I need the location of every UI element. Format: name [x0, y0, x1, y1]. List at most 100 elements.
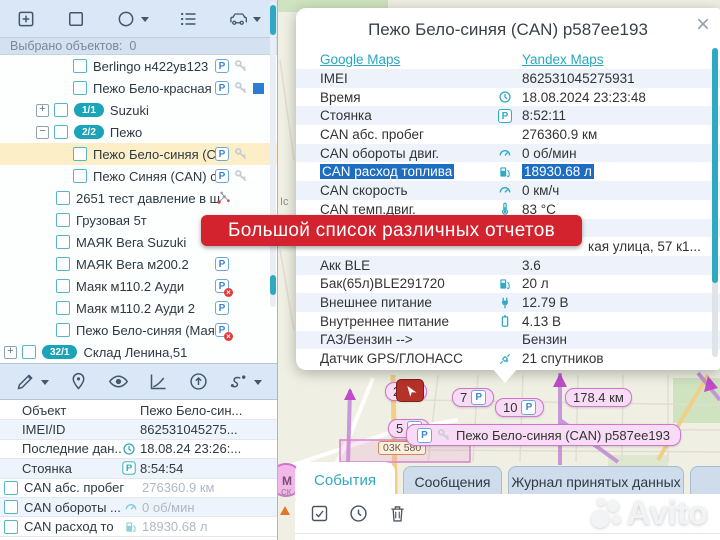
info-value: 0 км/ч: [522, 183, 704, 198]
checkbox[interactable]: [56, 301, 70, 315]
tree-item[interactable]: МАЯК Вега м200.2P: [0, 253, 277, 275]
delete-icon[interactable]: [387, 503, 408, 524]
tree-item[interactable]: +1/1Suzuki: [0, 99, 277, 121]
property-label: Стоянка: [22, 461, 122, 476]
selection-square-icon: [66, 9, 86, 29]
tree-item[interactable]: Пежо Синяя (CAN) сP: [0, 165, 277, 187]
property-row[interactable]: CAN обороты ...0 об/мин: [0, 498, 277, 517]
map-object-label[interactable]: 7P: [452, 388, 494, 407]
property-row[interactable]: CAN абс. пробег276360.9 км: [0, 479, 277, 498]
checkbox[interactable]: [73, 169, 87, 183]
map-object-label[interactable]: 178.4 км: [565, 388, 632, 407]
chevron-down-icon: [41, 380, 49, 389]
checkbox[interactable]: [73, 81, 87, 95]
checkbox[interactable]: [56, 257, 70, 271]
info-row[interactable]: CAN обороты двиг.0 об/мин: [296, 144, 720, 163]
info-row[interactable]: CAN расход топлива18930.68 л: [296, 162, 720, 181]
google-maps-link[interactable]: Google Maps: [320, 52, 522, 67]
map-links-row: Google Maps Yandex Maps: [296, 49, 720, 69]
checkbox[interactable]: [56, 213, 70, 227]
tree-item-icons: P: [215, 77, 264, 99]
toolbar-button-vehicle-filter[interactable]: [228, 9, 261, 29]
toolbar-button-circle-select[interactable]: [116, 9, 149, 29]
tree-item[interactable]: Пежо Бело-синяя (МаяP: [0, 319, 277, 341]
property-row[interactable]: IMEI/ID862531045275...: [0, 420, 277, 439]
action-button-eye[interactable]: [108, 371, 129, 392]
info-row[interactable]: Время18.08.2024 23:23:48: [296, 88, 720, 107]
toolbar-button-add-square[interactable]: [16, 9, 36, 29]
tree-item[interactable]: Berlingo н422ув123P: [0, 55, 277, 77]
checkbox[interactable]: [73, 59, 87, 73]
toolbar-button-list-view[interactable]: [178, 9, 198, 29]
action-button-edit[interactable]: [15, 371, 49, 392]
parking-icon: P: [215, 301, 229, 315]
tab-1[interactable]: События: [295, 462, 395, 498]
checkbox[interactable]: [4, 520, 18, 534]
tree-scrollbar[interactable]: [270, 1, 276, 307]
info-value: 21 спутников: [522, 351, 704, 366]
info-row[interactable]: Бак(65л)BLE29172020 л: [296, 275, 720, 294]
info-row[interactable]: СтоянкаP8:52:11: [296, 106, 720, 125]
checkbox[interactable]: [54, 125, 68, 139]
checkbox[interactable]: [73, 147, 87, 161]
checkbox[interactable]: [4, 500, 18, 514]
property-label: CAN абс. пробег: [24, 480, 124, 495]
property-icon-cell: [124, 519, 142, 534]
tree-item[interactable]: 2651 тест давление в ш: [0, 187, 277, 209]
tree-item[interactable]: +32/1Склад Ленина,51: [0, 341, 277, 363]
object-properties-table: ОбъектПежо Бело-син...IMEI/ID86253104527…: [0, 401, 277, 540]
tree-item[interactable]: −2/2Пежо: [0, 121, 277, 143]
checkbox[interactable]: [56, 235, 70, 249]
tree-item-label: Маяк м110.2 Ауди: [76, 279, 184, 294]
checkbox[interactable]: [4, 481, 18, 495]
tab-extra[interactable]: [690, 466, 720, 496]
tree-item[interactable]: Маяк м110.2 АудиP: [0, 275, 277, 297]
close-icon[interactable]: ×: [696, 12, 710, 38]
expand-icon[interactable]: +: [4, 346, 17, 359]
vehicle-info-popup: Пежо Бело-синяя (CAN) p587ee193 × Google…: [296, 8, 720, 370]
tree-item[interactable]: Пежо Бело-синяя (СP: [0, 143, 277, 165]
checkbox[interactable]: [56, 323, 70, 337]
info-row[interactable]: Датчик GPS/ГЛОНАСС21 спутников: [296, 349, 720, 368]
tab-2[interactable]: Сообщения: [403, 466, 502, 496]
info-label: Время: [320, 90, 498, 105]
tree-item[interactable]: Маяк м110.2 Ауди 2P: [0, 297, 277, 319]
objects-panel: Выбрано объектов: 0 Berlingo н422ув123PП…: [0, 0, 278, 540]
yandex-maps-link[interactable]: Yandex Maps: [522, 52, 604, 67]
popup-scrollbar[interactable]: [712, 48, 718, 357]
map-object-label[interactable]: 10P: [495, 398, 544, 417]
property-value: Пежо Бело-син...: [140, 403, 242, 418]
tab-3[interactable]: Журнал принятых данных: [508, 466, 684, 496]
plug-icon: [498, 296, 512, 310]
checkbox[interactable]: [56, 279, 70, 293]
checkbox[interactable]: [22, 345, 36, 359]
map-object-label[interactable]: PПежо Бело-синяя (CAN) p587ee193: [406, 424, 681, 446]
info-row[interactable]: ГАЗ/Бензин -->Бензин: [296, 331, 720, 350]
vehicle-marker[interactable]: [396, 379, 424, 402]
info-row[interactable]: CAN скорость0 км/ч: [296, 181, 720, 200]
map-street-label: Іс: [280, 196, 289, 208]
property-row[interactable]: ОбъектПежо Бело-син...: [0, 401, 277, 420]
checkbox[interactable]: [54, 103, 68, 117]
collapse-icon[interactable]: −: [36, 126, 49, 139]
info-row[interactable]: Внутреннее питание4.13 В: [296, 312, 720, 331]
toolbar-button-selection-square[interactable]: [66, 9, 86, 29]
property-row[interactable]: CAN расход то18930.68 л: [0, 517, 277, 536]
upload-icon: [188, 371, 209, 392]
action-button-chart[interactable]: [148, 371, 169, 392]
property-row[interactable]: СтоянкаP8:54:54: [0, 459, 277, 478]
history-icon[interactable]: [348, 503, 369, 524]
action-button-upload[interactable]: [188, 371, 209, 392]
action-button-route[interactable]: [228, 371, 262, 392]
property-row[interactable]: Последние дан...18.08.24 23:26:...: [0, 440, 277, 459]
info-row[interactable]: Внешнее питание12.79 В: [296, 293, 720, 312]
info-row[interactable]: CAN абс. пробег276360.9 км: [296, 125, 720, 144]
info-row[interactable]: IMEI862531045275931: [296, 69, 720, 88]
select-all-icon[interactable]: [309, 503, 330, 524]
tree-item[interactable]: Пежо Бело-краснаяP: [0, 77, 277, 99]
property-value: 18930.68 л: [142, 519, 207, 534]
info-row[interactable]: Акк BLE3.6: [296, 256, 720, 275]
checkbox[interactable]: [56, 191, 70, 205]
action-button-location-pin[interactable]: [68, 371, 89, 392]
expand-icon[interactable]: +: [36, 104, 49, 117]
